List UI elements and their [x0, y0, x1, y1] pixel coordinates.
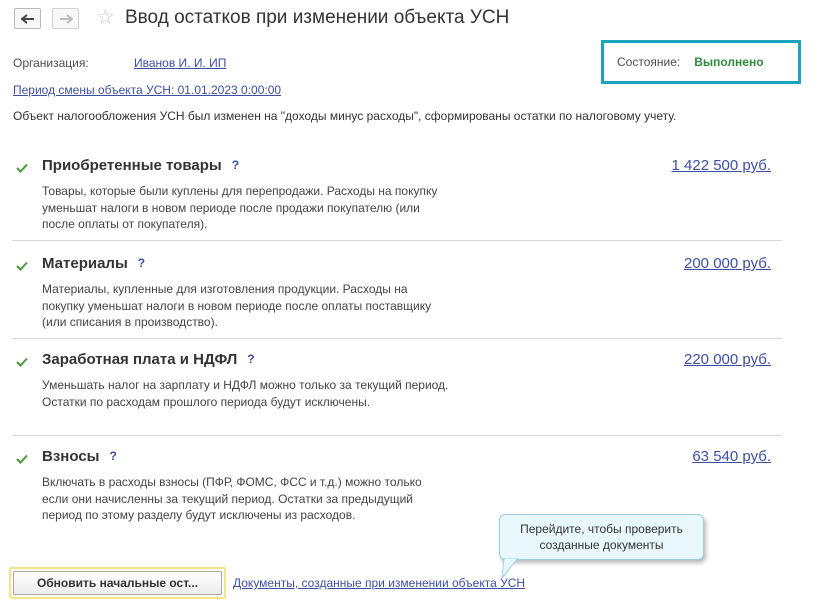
- section-amount-link[interactable]: 1 422 500 руб.: [672, 157, 772, 174]
- section-title: Приобретенные товары?: [42, 157, 240, 174]
- forward-arrow-icon: [59, 13, 73, 24]
- forward-button[interactable]: [52, 8, 79, 29]
- section-amount-link[interactable]: 220 000 руб.: [684, 351, 771, 368]
- check-icon: [16, 261, 28, 271]
- info-message: Объект налогообложения УСН был изменен н…: [13, 109, 677, 123]
- divider: [12, 240, 782, 241]
- section-goods: Приобретенные товары? Товары, которые бы…: [12, 157, 782, 237]
- organization-label: Организация:: [13, 56, 89, 70]
- period-link[interactable]: Период смены объекта УСН: 01.01.2023 0:0…: [13, 83, 281, 97]
- divider: [12, 338, 782, 339]
- section-description: Товары, которые были куплены для перепро…: [42, 184, 438, 231]
- favorite-star-icon[interactable]: ☆: [96, 6, 115, 30]
- update-balances-button[interactable]: Обновить начальные ост...: [13, 571, 222, 595]
- documents-link[interactable]: Документы, созданные при изменении объек…: [233, 576, 525, 590]
- section-description: Включать в расходы взносы (ПФР, ФОМС, ФС…: [42, 475, 422, 522]
- section-title: Материалы?: [42, 255, 146, 272]
- section-description: Материалы, купленные для изготовления пр…: [42, 282, 432, 329]
- state-panel: Состояние: Выполнено: [601, 40, 801, 84]
- help-icon[interactable]: ?: [138, 256, 145, 270]
- organization-link[interactable]: Иванов И. И. ИП: [134, 56, 226, 70]
- back-arrow-icon: [20, 13, 34, 24]
- section-description: Уменьшать налог на зарплату и НДФЛ можно…: [42, 378, 449, 409]
- section-amount-link[interactable]: 63 540 руб.: [692, 448, 771, 465]
- tooltip-line: созданные документы: [539, 538, 664, 552]
- divider: [12, 435, 782, 436]
- help-icon[interactable]: ?: [247, 352, 254, 366]
- check-icon: [16, 163, 28, 173]
- page-title: Ввод остатков при изменении объекта УСН: [125, 7, 510, 28]
- section-materials: Материалы? Материалы, купленные для изго…: [12, 255, 782, 335]
- tooltip-line: Перейдите, чтобы проверить: [520, 522, 683, 536]
- help-icon[interactable]: ?: [109, 449, 116, 463]
- state-value: Выполнено: [694, 55, 764, 69]
- section-salary: Заработная плата и НДФЛ? Уменьшать налог…: [12, 351, 782, 431]
- state-label: Состояние:: [617, 55, 681, 69]
- section-title: Взносы?: [42, 448, 117, 465]
- check-icon: [16, 454, 28, 464]
- check-icon: [16, 357, 28, 367]
- help-icon[interactable]: ?: [232, 158, 239, 172]
- section-title: Заработная плата и НДФЛ?: [42, 351, 255, 368]
- section-amount-link[interactable]: 200 000 руб.: [684, 255, 771, 272]
- back-button[interactable]: [14, 8, 41, 29]
- hint-tooltip: Перейдите, чтобы проверить созданные док…: [499, 514, 704, 560]
- update-button-frame: Обновить начальные ост...: [9, 567, 226, 599]
